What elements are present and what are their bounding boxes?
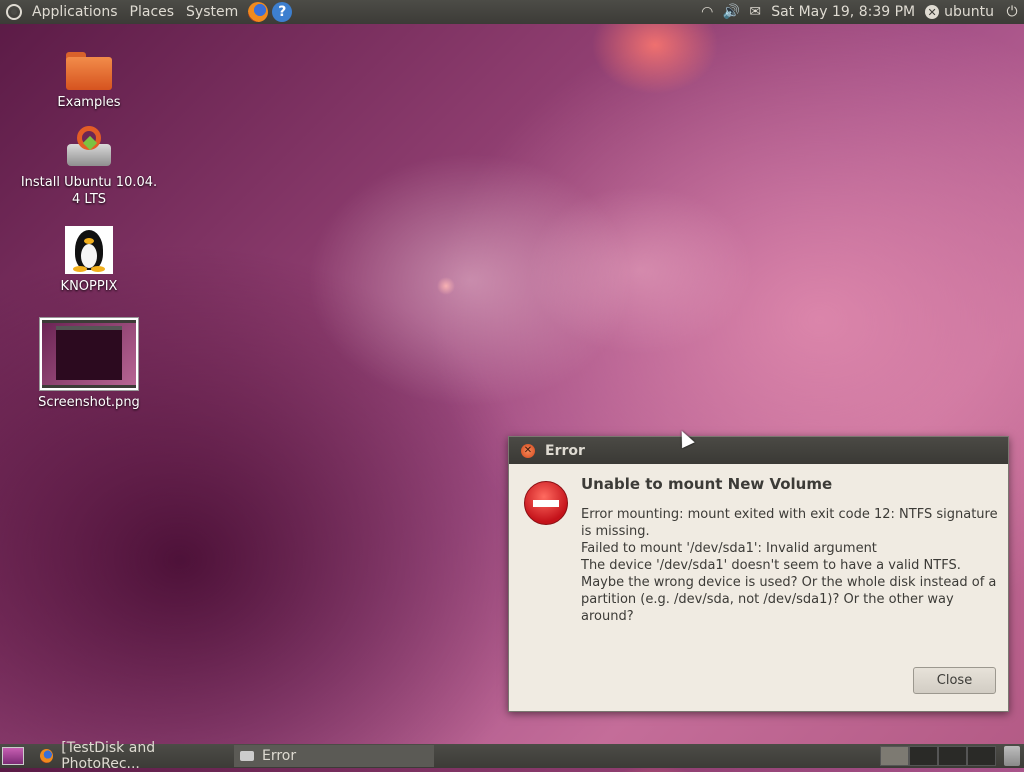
message-line: Failed to mount '/dev/sda1': Invalid arg…	[581, 541, 877, 556]
help-icon[interactable]: ?	[272, 2, 293, 22]
firefox-launcher-icon[interactable]	[248, 2, 269, 22]
tux-icon	[65, 226, 113, 274]
dialog-title: Error	[545, 442, 585, 459]
error-dialog: ✕ Error Unable to mount New Volume Error…	[508, 436, 1009, 712]
dialog-titlebar[interactable]: ✕ Error	[509, 437, 1008, 464]
close-icon[interactable]: ✕	[521, 443, 535, 458]
task-error[interactable]: Error	[234, 745, 434, 767]
menu-system[interactable]: System	[180, 0, 244, 24]
desktop-icon-label: Examples	[57, 95, 121, 110]
desktop-icon-install-ubuntu[interactable]: Install Ubuntu 10.04. 4 LTS	[14, 126, 164, 208]
volume-icon[interactable]: 🔊	[719, 4, 743, 20]
firefox-icon	[40, 749, 54, 763]
task-label: [TestDisk and PhotoRec...	[61, 740, 156, 772]
desktop-icon-label: Install Ubuntu 10.04. 4 LTS	[20, 175, 158, 207]
top-panel: Applications Places System ? ◠ 🔊 ✉ Sat M…	[0, 0, 1024, 24]
user-status-icon: ✕	[925, 5, 940, 19]
workspace-1[interactable]	[880, 746, 909, 766]
task-label: Error	[262, 748, 297, 764]
user-name: ubuntu	[944, 4, 994, 20]
error-window-icon	[240, 751, 254, 761]
dialog-message: Error mounting: mount exited with exit c…	[581, 506, 1001, 625]
desktop-icon-screenshot[interactable]: Screenshot.png	[14, 318, 164, 411]
desktop-icon-knoppix[interactable]: KNOPPIX	[14, 226, 164, 295]
show-desktop-icon[interactable]	[2, 747, 24, 765]
error-icon	[524, 481, 568, 525]
menu-applications[interactable]: Applications	[26, 0, 124, 24]
workspace-3[interactable]	[938, 746, 967, 766]
system-tray: ◠ 🔊 ✉ Sat May 19, 8:39 PM ✕ ubuntu ⏻	[695, 0, 1024, 24]
workspace-2[interactable]	[909, 746, 938, 766]
mail-icon[interactable]: ✉	[743, 4, 767, 20]
workspace-switcher	[880, 746, 996, 766]
user-menu[interactable]: ✕ ubuntu	[925, 4, 1000, 20]
installer-icon	[65, 126, 113, 170]
clock[interactable]: Sat May 19, 8:39 PM	[767, 4, 925, 20]
desktop-icon-label: KNOPPIX	[60, 279, 118, 294]
power-icon[interactable]: ⏻	[1000, 4, 1024, 20]
dialog-heading: Unable to mount New Volume	[581, 475, 833, 493]
ubuntu-logo-icon[interactable]	[6, 4, 22, 20]
trash-icon[interactable]	[1004, 746, 1020, 766]
image-thumbnail-icon	[40, 318, 138, 390]
message-line: Error mounting: mount exited with exit c…	[581, 507, 998, 539]
workspace-4[interactable]	[967, 746, 996, 766]
task-testdisk[interactable]: [TestDisk and PhotoRec...	[34, 740, 234, 772]
folder-icon	[66, 52, 112, 90]
desktop-icon-examples[interactable]: Examples	[14, 52, 164, 111]
wifi-icon[interactable]: ◠	[695, 4, 719, 20]
close-button[interactable]: Close	[913, 667, 996, 694]
desktop-icon-label: Screenshot.png	[38, 395, 140, 410]
bottom-panel: [TestDisk and PhotoRec... Error	[0, 740, 1024, 772]
message-line: The device '/dev/sda1' doesn't seem to h…	[581, 558, 961, 573]
menu-places[interactable]: Places	[124, 0, 181, 24]
message-line: Maybe the wrong device is used? Or the w…	[581, 575, 997, 624]
